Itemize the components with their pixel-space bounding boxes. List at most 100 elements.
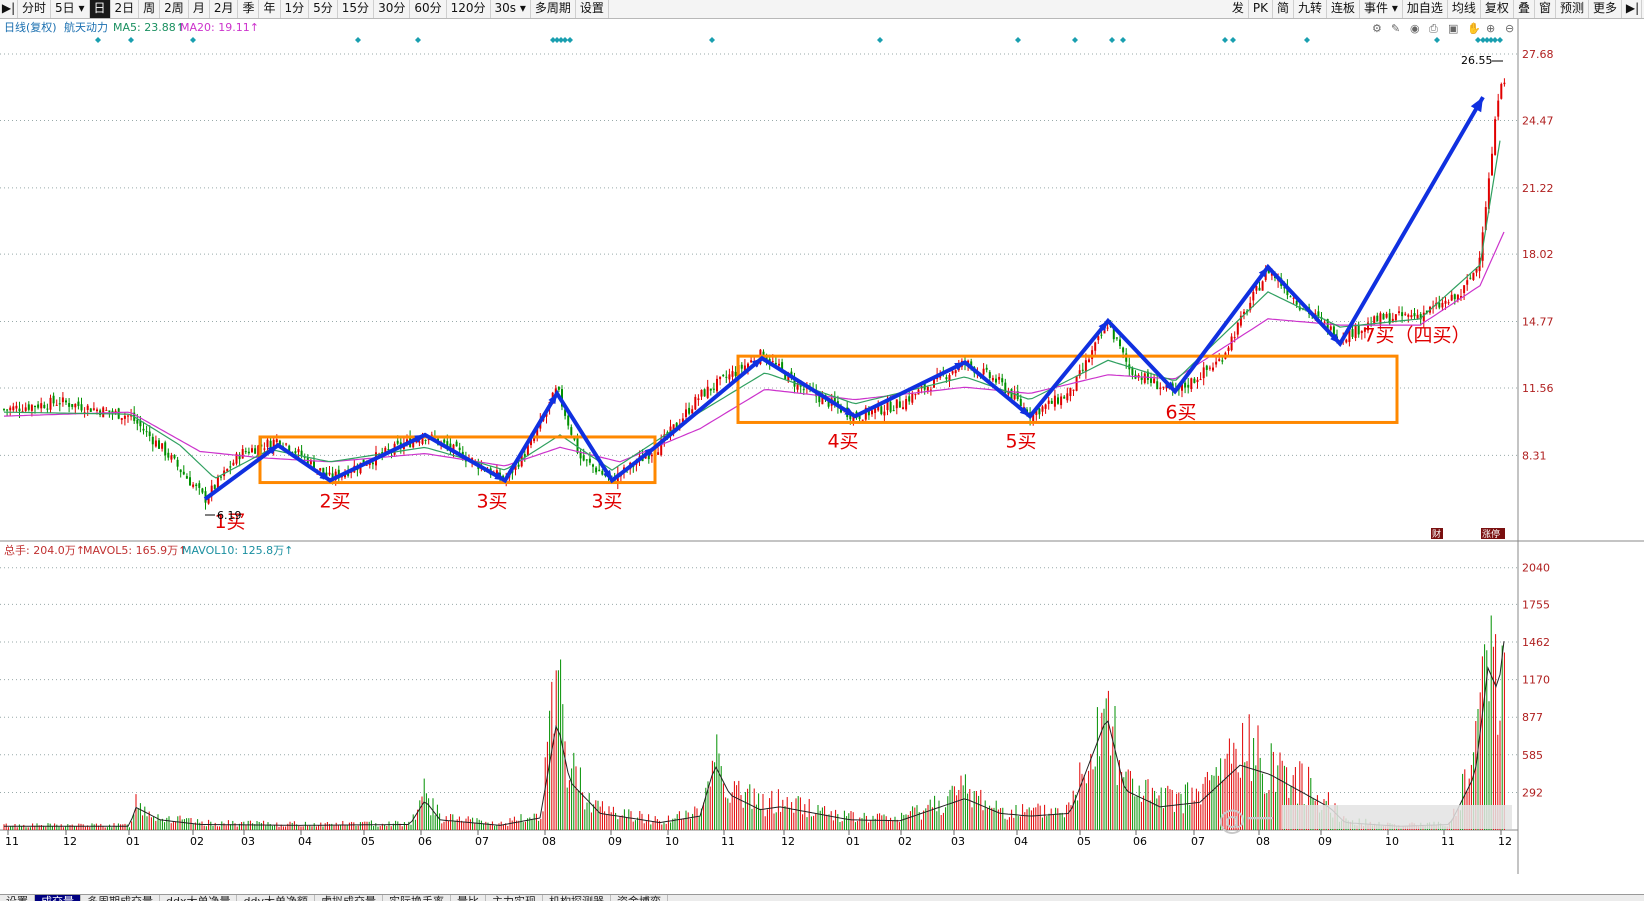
tool-button-11[interactable]: 预测 [1556, 0, 1589, 18]
candle-body [592, 464, 594, 467]
tool-button-0[interactable]: 发 [1228, 0, 1249, 18]
buy-point-label: 2买 [319, 490, 350, 512]
period-tab-9[interactable]: 年 [259, 0, 281, 18]
candle-body [1497, 100, 1500, 117]
tool-button-1[interactable]: PK [1249, 0, 1273, 18]
pen-icon[interactable]: ✎ [1391, 22, 1400, 35]
tool-button-4[interactable]: 连板 [1327, 0, 1361, 18]
event-diamond [877, 37, 883, 43]
tool-button-10[interactable]: 窗 [1535, 0, 1556, 18]
candle-body [40, 403, 43, 409]
tool-button-6[interactable]: 加自选 [1403, 0, 1448, 18]
candle-body [911, 393, 914, 403]
candle-body [1354, 325, 1357, 338]
period-tab-17[interactable]: 多周期 [531, 0, 576, 18]
price-panel-title: 日线(复权) [4, 20, 57, 34]
indicator-tab-9[interactable]: 机构探测器 [543, 895, 611, 901]
tool-button-12[interactable]: 更多 [1589, 0, 1622, 18]
period-tab-12[interactable]: 15分 [338, 0, 375, 18]
candle-body [1069, 387, 1072, 397]
candle-body [1215, 361, 1218, 365]
period-tab-1[interactable]: 5日 ▾ [51, 0, 90, 18]
mavol10-label: MAVOL10: 125.8万↑ [182, 544, 293, 557]
candle-body [74, 403, 77, 408]
x-axis-months: 11 12 01 02 03 04 05 06 07 08 09 10 11 12 01 02 03 04 05 06… [5, 830, 1512, 848]
indicator-tab-8[interactable]: 主力实现 [486, 895, 543, 901]
candle-body [1345, 339, 1348, 343]
zoom-in-icon[interactable]: ⊕ [1486, 22, 1495, 35]
candle-body [1162, 386, 1165, 388]
watermark: @一 [1218, 803, 1274, 836]
month-label: 12 [1498, 835, 1512, 848]
price-tick-label: 11.56 [1522, 382, 1554, 395]
candle-body [601, 470, 604, 475]
cai-icon[interactable]: 财 [1431, 528, 1443, 540]
indicator-tab-4[interactable]: ddy大单净额 [237, 895, 315, 901]
candle-body [883, 411, 886, 416]
settings-icon[interactable]: ⚙ [1372, 22, 1382, 35]
tool-button-7[interactable]: 均线 [1448, 0, 1481, 18]
indicator-tab-10[interactable]: 资金博弈 [611, 895, 668, 901]
indicator-tab-0[interactable]: 设置 [0, 895, 35, 901]
play-back-icon[interactable]: ▶| [0, 0, 18, 18]
period-tab-14[interactable]: 60分 [410, 0, 447, 18]
candle-body [982, 368, 985, 375]
zoom-out-icon[interactable]: ⊖ [1505, 22, 1514, 35]
period-tab-16[interactable]: 30s ▾ [491, 0, 531, 18]
candle-body [1088, 359, 1090, 363]
period-tab-13[interactable]: 30分 [374, 0, 411, 18]
period-tab-11[interactable]: 5分 [309, 0, 338, 18]
candle-body [740, 364, 743, 369]
tool-button-2[interactable]: 简 [1273, 0, 1295, 18]
indicator-tab-7[interactable]: 量比 [451, 895, 486, 901]
candle-body [213, 485, 216, 489]
candle-body [154, 440, 157, 447]
period-toolbar: ▶| 分时 5日 ▾ 日 2日周 2周月 2月季年 1分 5分 15分 30分 60分 120分 30s… [0, 0, 1644, 19]
period-tab-4[interactable]: 周 [139, 0, 161, 18]
indicator-tab-5[interactable]: 虚拟成交量 [315, 895, 383, 901]
candle-body [1351, 329, 1354, 337]
period-tab-6[interactable]: 月 [189, 0, 210, 18]
indicator-tab-1[interactable]: 成交量 [35, 895, 81, 901]
hand-icon[interactable]: ✋ [1467, 22, 1481, 35]
tool-button-3[interactable]: 九转 [1294, 0, 1328, 18]
period-tab-7[interactable]: 2月 [210, 0, 239, 18]
candle-body [1233, 337, 1236, 339]
candle-body [948, 374, 951, 381]
lock-icon[interactable]: ▣ [1448, 22, 1458, 35]
period-tab-10[interactable]: 1分 [281, 0, 310, 18]
tool-button-9[interactable]: 叠 [1514, 0, 1535, 18]
kline-chart[interactable]: 日线(复权) 航天动力 MA5: 23.88↑ MA20: 19.11↑ 27.… [0, 19, 1644, 894]
period-tab-2[interactable]: 日 [89, 0, 111, 18]
candle-body [52, 395, 55, 404]
candle-body [1469, 277, 1472, 279]
candle-body [914, 394, 917, 396]
candle-body [954, 370, 957, 374]
tool-button-8[interactable]: 复权 [1481, 0, 1514, 18]
candle-body [127, 415, 129, 417]
event-diamond [567, 37, 573, 43]
candle-body [1491, 153, 1493, 176]
candle-body [9, 407, 12, 411]
indicator-tab-6[interactable]: 实际换手率 [383, 895, 451, 901]
period-tab-0[interactable]: 分时 [18, 0, 52, 18]
candle-body [1398, 311, 1400, 313]
period-tab-8[interactable]: 季 [238, 0, 260, 18]
print-icon[interactable]: ⎙ [1429, 22, 1438, 35]
period-tab-15[interactable]: 120分 [447, 0, 491, 18]
event-diamond [190, 37, 196, 43]
event-diamond [1015, 37, 1021, 43]
candle-body [1038, 408, 1041, 415]
candle-body [871, 410, 873, 415]
candle-body [65, 400, 67, 403]
period-tab-3[interactable]: 2日 [111, 0, 140, 18]
eye-icon[interactable]: ◉ [1410, 22, 1420, 35]
candle-body [1227, 347, 1230, 351]
indicator-tab-3[interactable]: ddx大单净量 [160, 895, 238, 901]
period-tab-5[interactable]: 2周 [160, 0, 189, 18]
tool-button-5[interactable]: 事件 ▾ [1360, 0, 1403, 18]
indicator-tab-2[interactable]: 多周期成交量 [81, 895, 160, 901]
period-tab-18[interactable]: 设置 [576, 0, 609, 18]
collapse-icon[interactable]: ▶| [1624, 0, 1642, 18]
limit-up-icon[interactable]: 涨停 [1481, 528, 1505, 540]
